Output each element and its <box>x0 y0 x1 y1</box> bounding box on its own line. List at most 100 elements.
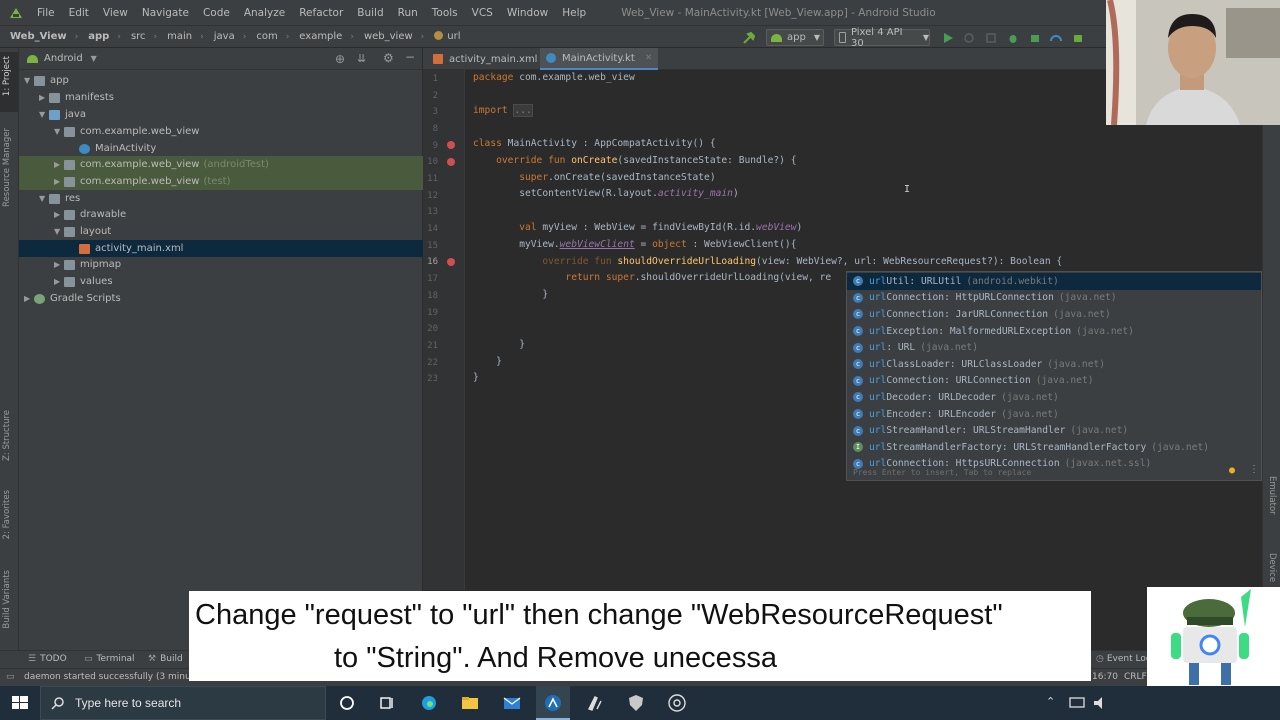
tool-tab-structure[interactable]: Z: Structure <box>2 410 12 461</box>
tree-item[interactable]: ▶ Gradle Scripts <box>19 290 423 307</box>
run-button[interactable] <box>942 29 954 46</box>
task-view-icon[interactable] <box>378 694 396 712</box>
tree-item[interactable]: ▶ mipmap <box>19 256 423 273</box>
taskbar-search-box[interactable]: Type here to search <box>40 686 326 720</box>
tree-item[interactable]: ▶ manifests <box>19 89 423 106</box>
android-studio-taskbar-icon[interactable] <box>544 694 562 712</box>
tool-tab-terminal[interactable]: ▭ Terminal <box>84 654 135 664</box>
tab-activity-main-xml[interactable]: activity_main.xml <box>427 48 543 70</box>
completion-item[interactable]: IurlStreamHandlerFactory: URLStreamHandl… <box>847 439 1261 456</box>
breadcrumb-main[interactable]: main <box>167 31 192 42</box>
run-config-select[interactable]: app ▼ <box>766 29 824 46</box>
tree-item[interactable]: ▶ drawable <box>19 206 423 223</box>
tool-tab-favorites[interactable]: 2: Favorites <box>2 490 12 539</box>
menu-refactor[interactable]: Refactor <box>299 7 343 19</box>
chevron-right-icon[interactable]: ▶ <box>24 294 34 303</box>
security-shield-icon[interactable] <box>627 694 645 712</box>
completion-item[interactable]: c urlConnection: HttpsURLConnection (javax… <box>847 456 1261 473</box>
chevron-right-icon[interactable]: ▶ <box>54 177 64 186</box>
override-marker-icon[interactable] <box>447 141 455 149</box>
locate-icon[interactable]: ⊕ <box>335 52 345 66</box>
tool-tab-todo[interactable]: ☰ TODO <box>28 654 67 664</box>
chevron-down-icon[interactable]: ▼ <box>54 127 64 136</box>
chevron-right-icon[interactable]: ▶ <box>54 160 64 169</box>
chrome-icon[interactable] <box>668 694 686 712</box>
network-icon[interactable] <box>1068 694 1086 712</box>
tree-item[interactable]: ▶ values <box>19 273 423 290</box>
debug-button[interactable] <box>1007 29 1019 46</box>
completion-item[interactable]: c urlStreamHandler: URLStreamHandler (java… <box>847 422 1261 439</box>
menu-navigate[interactable]: Navigate <box>142 7 189 19</box>
chevron-down-icon[interactable]: ▼ <box>24 76 34 85</box>
tree-item[interactable]: ▼ res <box>19 190 423 207</box>
sdk-manager-button[interactable] <box>1072 29 1084 46</box>
folded-imports[interactable]: ... <box>513 104 533 117</box>
breadcrumb-com[interactable]: com <box>256 31 277 42</box>
device-select[interactable]: Pixel 4 API 30 ▼ <box>834 27 930 49</box>
menu-tools[interactable]: Tools <box>432 7 458 19</box>
menu-code[interactable]: Code <box>203 7 230 19</box>
apply-changes-button[interactable] <box>963 29 975 46</box>
cortana-icon[interactable] <box>338 694 356 712</box>
apply-code-changes-button[interactable] <box>985 29 997 46</box>
completion-item[interactable]: c urlUtil: URLUtil (android.webkit) <box>847 273 1261 290</box>
breadcrumb-example[interactable]: example <box>299 31 342 42</box>
chevron-right-icon[interactable]: ▶ <box>39 93 49 102</box>
completion-item[interactable]: c urlClassLoader: URLClassLoader (java.net… <box>847 356 1261 373</box>
tool-tab-device[interactable]: Device <box>1267 553 1277 582</box>
completion-item[interactable]: c urlException: MalformedURLException (jav… <box>847 323 1261 340</box>
tool-tab-project[interactable]: 1: Project <box>2 56 12 96</box>
completion-item[interactable]: c urlConnection: URLConnection (java.net) <box>847 373 1261 390</box>
tree-item[interactable]: MainActivity <box>19 140 423 157</box>
hide-panel-icon[interactable]: − <box>405 50 415 64</box>
menu-edit[interactable]: Edit <box>69 7 89 19</box>
edge-browser-icon[interactable] <box>420 694 438 712</box>
breadcrumb-src[interactable]: src <box>131 31 146 42</box>
profile-button[interactable] <box>1050 29 1062 46</box>
chevron-down-icon[interactable]: ▼ <box>39 110 49 119</box>
chevron-down-icon[interactable]: ▼ <box>54 227 64 236</box>
tree-item[interactable]: ▼ com.example.web_view <box>19 123 423 140</box>
tree-item[interactable]: ▶ com.example.web_view (test) <box>19 173 423 190</box>
tree-item[interactable]: ▼ java <box>19 106 423 123</box>
menu-file[interactable]: File <box>37 7 55 19</box>
line-separator[interactable]: CRLF <box>1124 672 1147 682</box>
tool-tab-resource-manager[interactable]: Resource Manager <box>2 128 12 207</box>
chevron-right-icon[interactable]: ▶ <box>54 260 64 269</box>
windows-start-icon[interactable] <box>11 694 29 712</box>
pen-app-icon[interactable] <box>586 694 604 712</box>
tab-main-activity-kt[interactable]: MainActivity.kt ✕ <box>540 48 659 70</box>
menu-run[interactable]: Run <box>398 7 418 19</box>
breadcrumb-project[interactable]: Web_View <box>10 31 67 42</box>
completion-item[interactable]: c urlEncoder: URLEncoder (java.net) <box>847 406 1261 423</box>
file-explorer-icon[interactable] <box>461 694 479 712</box>
project-view-select[interactable]: Android <box>44 53 83 64</box>
override-marker-icon[interactable] <box>447 158 455 166</box>
menu-view[interactable]: View <box>103 7 128 19</box>
breadcrumb-module[interactable]: app <box>88 31 109 42</box>
attach-debugger-button[interactable] <box>1029 29 1041 46</box>
tool-tab-emulator[interactable]: Emulator <box>1267 476 1277 515</box>
completion-item[interactable]: c url: URL (java.net) <box>847 339 1261 356</box>
make-project-button[interactable] <box>742 29 756 46</box>
chevron-right-icon[interactable]: ▶ <box>54 210 64 219</box>
breadcrumb-java[interactable]: java <box>214 31 235 42</box>
menu-help[interactable]: Help <box>562 7 586 19</box>
tree-item[interactable]: ▶ com.example.web_view (androidTest) <box>19 156 423 173</box>
tree-item[interactable]: activity_main.xml <box>19 240 423 257</box>
chevron-right-icon[interactable]: ▶ <box>54 277 64 286</box>
breadcrumb-web-view[interactable]: web_view <box>364 31 413 42</box>
tree-item[interactable]: ▼ layout <box>19 223 423 240</box>
menu-vcs[interactable]: VCS <box>472 7 493 19</box>
menu-window[interactable]: Window <box>507 7 548 19</box>
dropdown-arrow-icon[interactable]: ▼ <box>91 54 97 63</box>
close-tab-icon[interactable]: ✕ <box>645 53 653 63</box>
menu-analyze[interactable]: Analyze <box>244 7 285 19</box>
menu-build[interactable]: Build <box>357 7 383 19</box>
volume-icon[interactable] <box>1092 694 1110 712</box>
chevron-down-icon[interactable]: ▼ <box>39 194 49 203</box>
tool-tab-build-variants[interactable]: Build Variants <box>2 570 12 629</box>
tree-item[interactable]: ▼ app <box>19 72 423 89</box>
tray-chevron-up-icon[interactable]: ⌃ <box>1046 695 1055 708</box>
breadcrumb-url[interactable]: url <box>434 31 461 42</box>
